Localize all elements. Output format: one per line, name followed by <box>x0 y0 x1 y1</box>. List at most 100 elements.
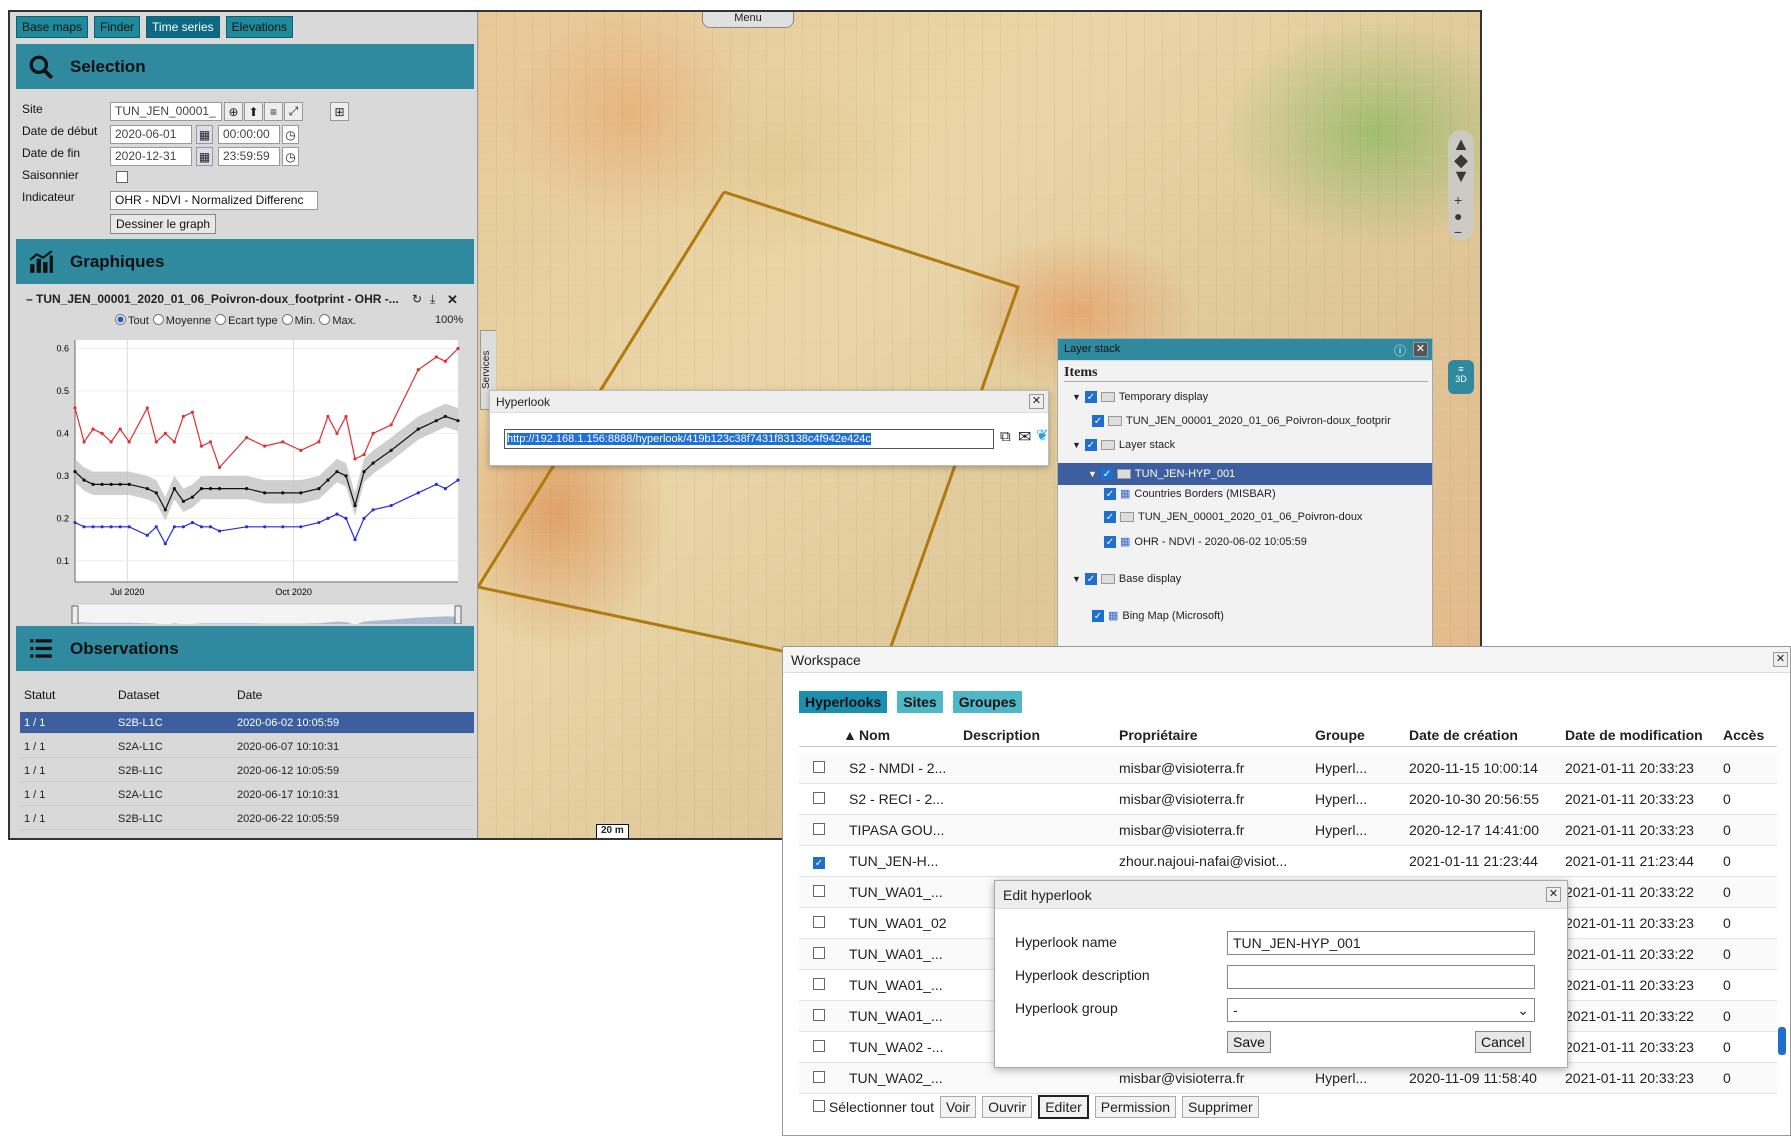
download-icon[interactable]: ⤓ <box>430 292 435 307</box>
data-point[interactable] <box>172 525 176 529</box>
table-row[interactable]: 1 / 1 S2A-L1C 2020-06-07 10:10:31 <box>20 736 474 758</box>
data-point[interactable] <box>163 508 167 512</box>
data-point[interactable] <box>317 440 321 444</box>
data-point[interactable] <box>127 482 131 486</box>
row-checkbox[interactable] <box>813 823 825 835</box>
layer-checkbox[interactable]: ✓ <box>1104 487 1116 500</box>
data-point[interactable] <box>335 470 339 474</box>
data-point[interactable] <box>145 406 149 410</box>
column-header[interactable]: Statut <box>20 688 118 702</box>
row-checkbox[interactable] <box>813 1009 825 1021</box>
data-point[interactable] <box>73 470 77 474</box>
data-point[interactable] <box>326 516 330 520</box>
tab-sites[interactable]: Sites <box>897 691 943 713</box>
data-point[interactable] <box>371 461 375 465</box>
data-point[interactable] <box>73 520 77 525</box>
end-time-input[interactable]: 23:59:59 <box>218 147 280 166</box>
data-point[interactable] <box>456 419 460 423</box>
data-point[interactable] <box>181 414 185 419</box>
radio-mean[interactable]: Moyenne <box>152 314 211 327</box>
data-point[interactable] <box>317 520 321 525</box>
data-point[interactable] <box>118 427 122 431</box>
data-point[interactable] <box>91 482 95 486</box>
data-point[interactable] <box>416 427 420 431</box>
hyperlook-url-field[interactable]: http://192.168.1.156:8888/hyperlook/419b… <box>504 429 994 449</box>
data-point[interactable] <box>181 525 185 529</box>
layer-checkbox[interactable]: ✓ <box>1092 415 1104 427</box>
column-header[interactable]: Dataset <box>118 688 237 702</box>
data-point[interactable] <box>434 419 438 423</box>
data-point[interactable] <box>145 533 149 537</box>
start-date-input[interactable]: 2020-06-01 <box>110 125 192 144</box>
table-row[interactable]: TIPASA GOU... misbar@visioterra.fr Hyperl.… <box>799 815 1777 846</box>
data-point[interactable] <box>434 355 438 359</box>
data-point[interactable] <box>73 406 77 410</box>
data-point[interactable] <box>208 486 213 491</box>
data-point[interactable] <box>371 508 375 512</box>
pan-control[interactable]: ▲ ◆ ▼ + ● − <box>1448 130 1474 240</box>
email-icon[interactable]: ✉ <box>1018 427 1031 447</box>
calendar-icon[interactable]: ▦ <box>196 125 213 144</box>
expand-arrow-icon[interactable]: ▼ <box>1072 392 1081 402</box>
data-point[interactable] <box>163 542 167 546</box>
radio-all[interactable]: Tout <box>115 314 149 327</box>
expand-arrow-icon[interactable]: ▼ <box>1072 574 1081 584</box>
twitter-icon[interactable]: ❦ <box>1036 426 1049 444</box>
data-point[interactable] <box>299 491 303 495</box>
data-point[interactable] <box>344 516 348 520</box>
layer-item[interactable]: ▼ ✓ Layer stack <box>1072 439 1175 451</box>
view-button[interactable]: Voir <box>939 1096 977 1118</box>
layer-checkbox[interactable]: ✓ <box>1084 439 1097 451</box>
row-checkbox[interactable] <box>813 792 825 804</box>
layer-checkbox[interactable]: ✓ <box>1084 391 1097 403</box>
layer-checkbox[interactable]: ✓ <box>1104 511 1116 523</box>
pan-arrows-icon[interactable]: ▲ ◆ ▼ <box>1449 135 1473 185</box>
expand-icon[interactable]: ⤢ <box>284 102 303 121</box>
data-point[interactable] <box>199 444 204 448</box>
end-date-input[interactable]: 2020-12-31 <box>110 147 192 166</box>
data-point[interactable] <box>317 486 321 491</box>
data-point[interactable] <box>109 482 113 486</box>
data-point[interactable] <box>217 486 222 491</box>
data-point[interactable] <box>443 359 447 363</box>
list-icon[interactable]: ≡ <box>264 102 283 121</box>
data-point[interactable] <box>100 525 104 529</box>
table-row[interactable]: S2 - NMDI - 2... misbar@visioterra.fr Hype… <box>799 753 1777 784</box>
layer-item[interactable]: ✓ TUN_JEN_00001_2020_01_06_Poivron-doux <box>1104 511 1362 523</box>
tab-elevations[interactable]: Elevations <box>225 16 293 38</box>
data-point[interactable] <box>190 520 195 525</box>
column-header[interactable]: Nom <box>849 727 963 746</box>
layer-checkbox[interactable]: ✓ <box>1084 573 1097 585</box>
start-time-input[interactable]: 00:00:00 <box>218 125 280 144</box>
open-link-icon[interactable]: ⧉ <box>1000 428 1011 445</box>
data-point[interactable] <box>154 525 158 529</box>
data-point[interactable] <box>217 529 222 533</box>
column-header[interactable]: Accès <box>1711 727 1777 746</box>
data-point[interactable] <box>109 525 113 529</box>
data-point[interactable] <box>326 478 330 482</box>
help-icon[interactable]: ⓘ <box>1394 342 1406 359</box>
clock-icon[interactable]: ◷ <box>282 125 299 144</box>
cancel-button[interactable]: Cancel <box>1475 1031 1531 1053</box>
tab-finder[interactable]: Finder <box>94 16 141 38</box>
layer-checkbox[interactable]: ✓ <box>1092 609 1104 622</box>
data-point[interactable] <box>344 474 348 478</box>
data-point[interactable] <box>299 448 303 452</box>
data-point[interactable] <box>456 346 460 351</box>
data-point[interactable] <box>118 525 122 529</box>
column-header[interactable]: Description <box>963 727 1119 746</box>
data-point[interactable] <box>127 525 131 529</box>
layer-item[interactable]: ✓ ▦ OHR - NDVI - 2020-06-02 10:05:59 <box>1104 535 1307 548</box>
radio-stddev[interactable]: Ecart type <box>215 314 278 327</box>
data-point[interactable] <box>371 431 375 436</box>
description-input[interactable] <box>1227 965 1535 989</box>
column-header[interactable]: Date de création <box>1409 727 1565 746</box>
data-point[interactable] <box>353 537 357 542</box>
table-row[interactable]: 1 / 1 S2B-L1C 2020-06-22 10:05:59 <box>20 808 474 830</box>
layer-item[interactable]: ✓ ▦ Countries Borders (MISBAR) <box>1104 487 1276 500</box>
column-header[interactable]: Date de modification <box>1565 727 1711 746</box>
expand-arrow-icon[interactable]: ▼ <box>1072 440 1081 450</box>
data-point[interactable] <box>145 486 149 491</box>
data-point[interactable] <box>82 525 86 529</box>
radio-max[interactable]: Max. <box>319 314 356 327</box>
